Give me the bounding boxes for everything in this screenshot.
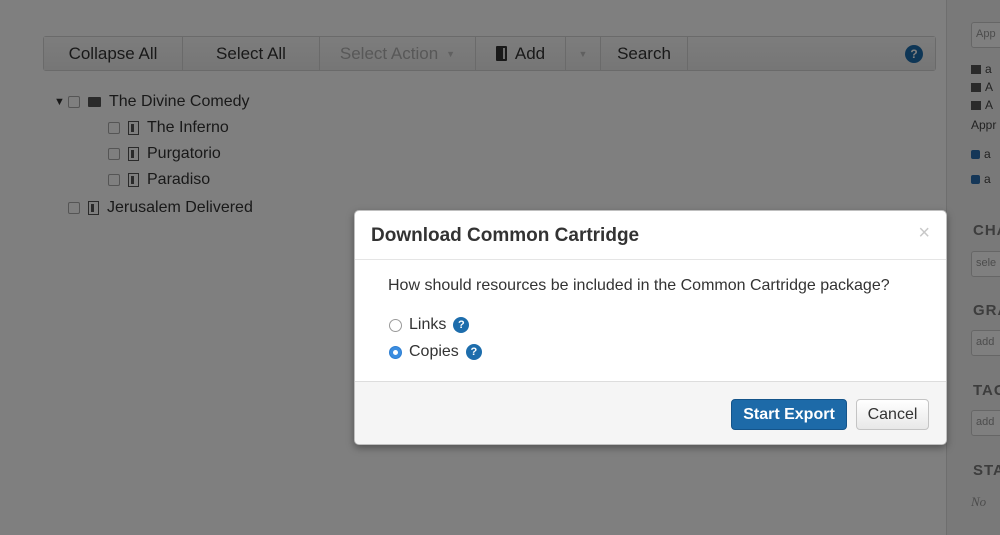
option-label: Links	[409, 316, 447, 333]
start-export-button[interactable]: Start Export	[731, 399, 847, 430]
download-dialog: Download Common Cartridge × How should r…	[354, 210, 947, 445]
help-icon[interactable]: ?	[453, 317, 470, 333]
links-radio[interactable]	[389, 318, 402, 332]
cancel-button[interactable]: Cancel	[856, 399, 929, 430]
dialog-footer: Start Export Cancel	[355, 381, 946, 444]
dialog-header: Download Common Cartridge ×	[355, 211, 946, 260]
option-label: Copies	[409, 343, 459, 360]
close-icon[interactable]: ×	[918, 222, 930, 245]
dialog-question: How should resources be included in the …	[388, 277, 890, 294]
dialog-title: Download Common Cartridge	[371, 225, 640, 246]
dialog-body: How should resources be included in the …	[355, 260, 946, 381]
help-icon[interactable]: ?	[465, 344, 482, 360]
option-links[interactable]: Links ?	[389, 316, 470, 334]
option-copies[interactable]: Copies ?	[389, 343, 482, 361]
copies-radio[interactable]	[389, 345, 402, 359]
